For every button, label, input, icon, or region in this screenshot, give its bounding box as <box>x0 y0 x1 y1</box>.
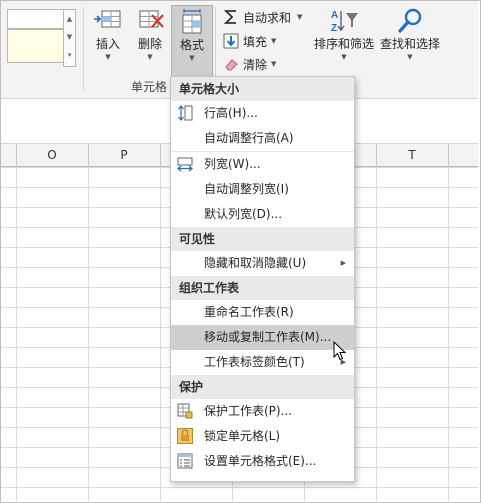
column-divider <box>448 144 449 166</box>
style-gallery-item[interactable] <box>7 29 65 63</box>
autofit-row-height-label: 自动调整行高(A) <box>204 131 294 145</box>
delete-label: 删除 <box>137 37 162 51</box>
column-header-p[interactable]: P <box>88 144 160 166</box>
section-visibility: 可见性 <box>171 227 354 251</box>
gallery-more-icon[interactable]: ▾ <box>64 46 75 64</box>
insert-button[interactable]: 插入 ▼ <box>89 7 127 62</box>
format-dropdown-menu: 单元格大小 行高(H)... 自动调整行高(A) 列宽(W)... 自动调整列宽… <box>170 76 355 482</box>
section-organize-sheets: 组织工作表 <box>171 276 354 300</box>
protect-sheet-label: 保护工作表(P)... <box>204 404 293 418</box>
menu-item-lock-cell[interactable]: 锁定单元格(L) <box>171 424 354 449</box>
format-cells-dialog-icon <box>177 453 193 469</box>
menu-item-column-width[interactable]: 列宽(W)... <box>171 151 354 177</box>
style-gallery-top[interactable] <box>7 9 65 29</box>
format-label: 格式 <box>179 38 204 52</box>
autosum-label: 自动求和 <box>243 10 292 25</box>
column-header-o[interactable]: O <box>16 144 88 166</box>
autosum-button[interactable]: 自动求和 ▼ <box>223 7 302 27</box>
gallery-up-icon[interactable]: ▲ <box>64 10 75 28</box>
menu-item-format-cells[interactable]: 设置单元格格式(E)... <box>171 449 354 474</box>
protect-sheet-icon <box>177 403 193 419</box>
column-divider <box>160 144 161 166</box>
find-select-label: 查找和选择 <box>379 37 440 51</box>
default-width-label: 默认列宽(D)... <box>204 207 283 221</box>
svg-text:A: A <box>331 10 338 21</box>
chevron-down-icon: ▼ <box>271 37 277 45</box>
clear-button[interactable]: 清除 ▼ <box>223 54 276 74</box>
chevron-down-icon: ▼ <box>341 53 347 61</box>
autofit-column-width-label: 自动调整列宽(I) <box>204 182 289 196</box>
menu-item-row-height[interactable]: 行高(H)... <box>171 101 354 126</box>
menu-item-rename-sheet[interactable]: 重命名工作表(R) <box>171 300 354 325</box>
menu-item-autofit-column-width[interactable]: 自动调整列宽(I) <box>171 177 354 202</box>
fill-label: 填充 <box>243 34 268 49</box>
column-header-t[interactable]: T <box>376 144 448 166</box>
svg-text:Z: Z <box>331 23 337 34</box>
chevron-down-icon: ▼ <box>297 13 303 21</box>
column-width-icon <box>177 156 193 172</box>
cells-group-label: 单元格 <box>131 80 168 94</box>
rename-sheet-label: 重命名工作表(R) <box>204 305 294 319</box>
sort-filter-button[interactable]: A Z 排序和筛选 ▼ <box>313 7 375 62</box>
format-button[interactable]: 格式 ▼ <box>171 5 213 77</box>
eraser-icon <box>223 56 239 72</box>
tab-color-label: 工作表标签颜色(T) <box>204 355 305 369</box>
insert-cells-icon <box>92 7 124 35</box>
mouse-pointer-icon <box>333 340 347 364</box>
gallery-scroll[interactable]: ▲ ▼ ▾ <box>63 9 76 67</box>
menu-item-default-width[interactable]: 默认列宽(D)... <box>171 202 354 227</box>
format-button-content: 格式 ▼ <box>172 8 212 63</box>
gallery-down-icon[interactable]: ▼ <box>64 28 75 46</box>
chevron-down-icon: ▼ <box>407 53 413 61</box>
row-height-label: 行高(H)... <box>204 106 258 120</box>
ribbon-separator <box>83 7 84 91</box>
chevron-down-icon: ▼ <box>189 54 195 62</box>
insert-label: 插入 <box>95 37 120 51</box>
clear-label: 清除 <box>243 57 268 72</box>
menu-item-protect-sheet[interactable]: 保护工作表(P)... <box>171 399 354 424</box>
move-copy-sheet-label: 移动或复制工作表(M)... <box>204 330 332 344</box>
menu-item-autofit-row-height[interactable]: 自动调整行高(A) <box>171 126 354 151</box>
delete-cells-icon <box>134 7 166 35</box>
menu-item-hide-unhide[interactable]: 隐藏和取消隐藏(U) ▶ <box>171 251 354 276</box>
chevron-down-icon: ▼ <box>105 53 111 61</box>
section-protection: 保护 <box>171 375 354 399</box>
lock-icon <box>177 428 193 444</box>
hide-unhide-label: 隐藏和取消隐藏(U) <box>204 256 307 270</box>
row-height-icon <box>177 105 193 121</box>
menu-item-move-copy-sheet[interactable]: 移动或复制工作表(M)... <box>171 325 354 350</box>
sort-filter-icon: A Z <box>328 7 360 35</box>
fill-button[interactable]: 填充 ▼ <box>223 31 276 51</box>
chevron-down-icon: ▼ <box>271 60 277 68</box>
menu-item-tab-color[interactable]: 工作表标签颜色(T) ▶ <box>171 350 354 375</box>
submenu-arrow-icon: ▶ <box>340 259 346 267</box>
format-cells-label: 设置单元格格式(E)... <box>204 454 317 468</box>
sort-filter-label: 排序和筛选 <box>313 37 374 51</box>
magnifier-icon <box>394 7 426 35</box>
lock-cell-label: 锁定单元格(L) <box>204 429 281 443</box>
format-cells-icon <box>176 8 208 36</box>
find-select-button[interactable]: 查找和选择 ▼ <box>377 7 443 62</box>
fill-down-icon <box>223 33 239 49</box>
column-width-label: 列宽(W)... <box>204 157 261 171</box>
delete-button[interactable]: 删除 ▼ <box>131 7 169 62</box>
chevron-down-icon: ▼ <box>147 53 153 61</box>
sigma-icon <box>223 9 239 25</box>
section-cell-size: 单元格大小 <box>171 77 354 101</box>
